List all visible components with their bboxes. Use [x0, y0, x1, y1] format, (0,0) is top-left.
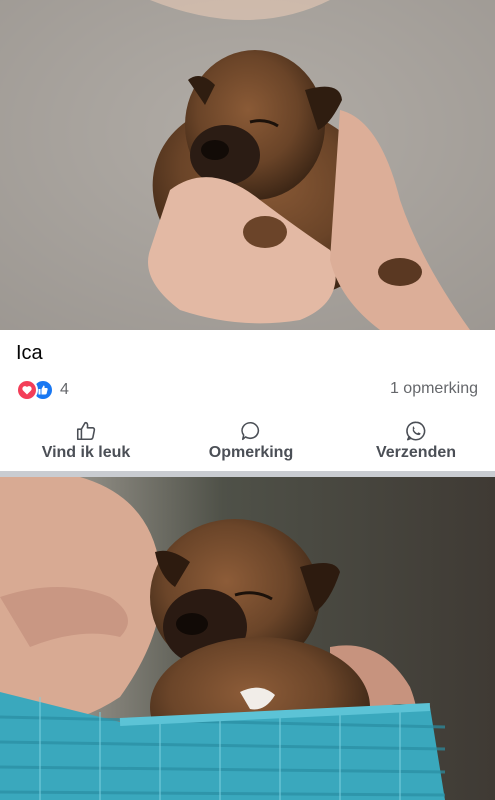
comment-count-link[interactable]: 1 opmerking: [390, 380, 478, 398]
post-photo-1[interactable]: [0, 0, 495, 330]
like-button[interactable]: Vind ik leuk: [11, 420, 161, 464]
send-button[interactable]: Verzenden: [341, 420, 491, 464]
puppy-held-image: [0, 0, 495, 330]
comment-button[interactable]: Opmerking: [176, 420, 326, 464]
love-icon: [16, 379, 38, 401]
reaction-count: 4: [60, 381, 69, 398]
feed: Ica 4 1 opmerking Vind ik leuk Opmerking…: [0, 0, 495, 800]
comment-icon: [241, 421, 260, 441]
post-content: Ica 4 1 opmerking Vind ik leuk Opmerking…: [0, 330, 495, 471]
post-actions: Vind ik leuk Opmerking Verzenden: [0, 420, 495, 464]
reactions-summary[interactable]: 4: [16, 378, 69, 402]
send-label: Verzenden: [375, 444, 457, 461]
post-photo-2[interactable]: [0, 477, 495, 800]
puppy-in-basket-image: [0, 477, 495, 800]
whatsapp-icon: [406, 421, 426, 441]
thumbs-up-icon: [76, 421, 96, 441]
comment-label: Opmerking: [208, 444, 294, 461]
like-label: Vind ik leuk: [41, 444, 131, 461]
post-caption: Ica: [16, 342, 43, 364]
